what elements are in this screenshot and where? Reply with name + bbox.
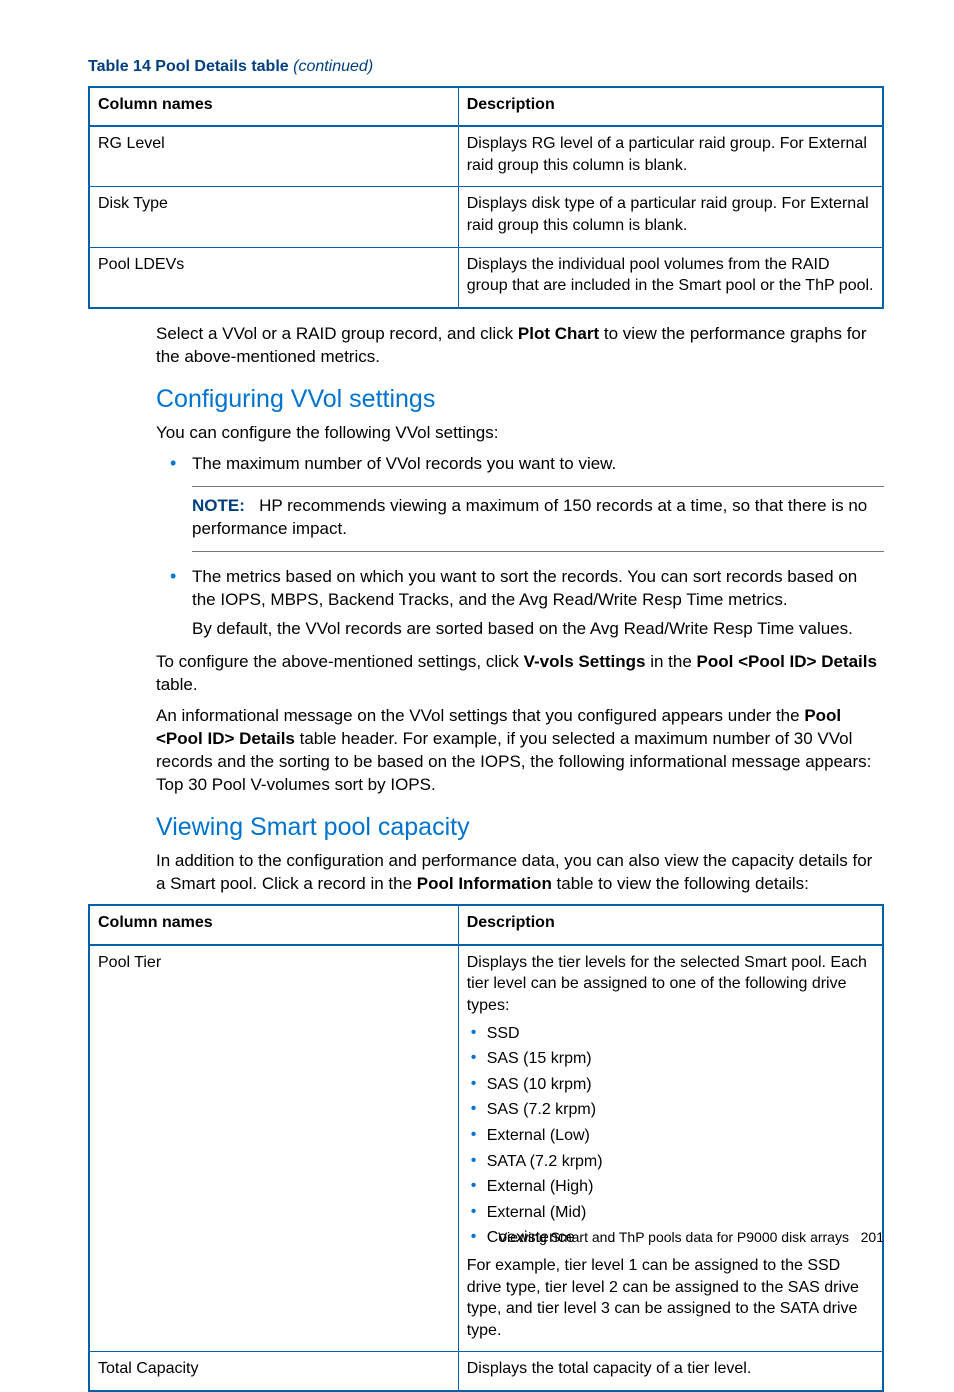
table-row: Total Capacity Displays the total capaci… [89, 1352, 883, 1391]
heading-configuring-vvol: Configuring VVol settings [156, 383, 884, 417]
cell-name: Disk Type [89, 187, 458, 247]
bullet-list: The maximum number of VVol records you w… [156, 453, 884, 641]
drive-type-list: SSD SAS (15 krpm) SAS (10 krpm) SAS (7.2… [467, 1023, 874, 1249]
bold-pool-id-details: Pool <Pool ID> Details [697, 652, 877, 671]
page-footer: Viewing Smart and ThP pools data for P90… [498, 1228, 884, 1247]
cell-name: Pool Tier [89, 945, 458, 1352]
bold-pool-information: Pool Information [417, 874, 552, 893]
bold-plot-chart: Plot Chart [518, 324, 599, 343]
cell-name: Pool LDEVs [89, 247, 458, 308]
bold-vvols-settings: V-vols Settings [524, 652, 646, 671]
col-header-desc: Description [458, 87, 883, 127]
col-header-desc: Description [458, 905, 883, 945]
footer-page: 201 [861, 1229, 884, 1245]
table-caption: Table 14 Pool Details table (continued) [88, 56, 884, 78]
li-text: By default, the VVol records are sorted … [192, 618, 884, 641]
note-block: NOTE: HP recommends viewing a maximum of… [192, 486, 884, 552]
li-text: The metrics based on which you want to s… [192, 566, 884, 612]
col-header-name: Column names [89, 905, 458, 945]
table-row: Pool Tier Displays the tier levels for t… [89, 945, 883, 1352]
list-item: External (High) [487, 1176, 874, 1198]
li-text: The maximum number of VVol records you w… [192, 453, 884, 476]
list-item: SAS (10 krpm) [487, 1074, 874, 1096]
heading-viewing-smart: Viewing Smart pool capacity [156, 811, 884, 845]
para-intro: You can configure the following VVol set… [156, 422, 884, 445]
cell-desc: Displays the total capacity of a tier le… [458, 1352, 883, 1391]
table-row: Pool LDEVs Displays the individual pool … [89, 247, 883, 308]
note-label: NOTE: [192, 496, 245, 515]
footer-text: Viewing Smart and ThP pools data for P90… [498, 1229, 849, 1245]
desc-outro: For example, tier level 1 can be assigne… [467, 1255, 874, 1341]
table-row: RG Level Displays RG level of a particul… [89, 126, 883, 187]
cell-desc: Displays the tier levels for the selecte… [458, 945, 883, 1352]
cell-name: Total Capacity [89, 1352, 458, 1391]
list-item: SATA (7.2 krpm) [487, 1151, 874, 1173]
cell-desc: Displays the individual pool volumes fro… [458, 247, 883, 308]
para-vvols-settings: To configure the above-mentioned setting… [156, 651, 884, 697]
para-smart-intro: In addition to the configuration and per… [156, 850, 884, 896]
list-item: The metrics based on which you want to s… [192, 566, 884, 641]
list-item: SSD [487, 1023, 874, 1045]
table-row: Disk Type Displays disk type of a partic… [89, 187, 883, 247]
cell-name: RG Level [89, 126, 458, 187]
para-plot-chart: Select a VVol or a RAID group record, an… [156, 323, 884, 369]
list-item: SAS (7.2 krpm) [487, 1099, 874, 1121]
caption-prefix: Table 14 Pool Details table [88, 58, 293, 75]
smart-pool-table: Column names Description Pool Tier Displ… [88, 904, 884, 1392]
list-item: External (Mid) [487, 1202, 874, 1224]
list-item: External (Low) [487, 1125, 874, 1147]
col-header-name: Column names [89, 87, 458, 127]
pool-details-table: Column names Description RG Level Displa… [88, 86, 884, 309]
desc-intro: Displays the tier levels for the selecte… [467, 952, 874, 1017]
caption-continued: (continued) [293, 58, 373, 75]
cell-desc: Displays RG level of a particular raid g… [458, 126, 883, 187]
para-info-message: An informational message on the VVol set… [156, 705, 884, 797]
list-item: The maximum number of VVol records you w… [192, 453, 884, 552]
cell-desc: Displays disk type of a particular raid … [458, 187, 883, 247]
list-item: SAS (15 krpm) [487, 1048, 874, 1070]
note-text: HP recommends viewing a maximum of 150 r… [192, 496, 867, 538]
